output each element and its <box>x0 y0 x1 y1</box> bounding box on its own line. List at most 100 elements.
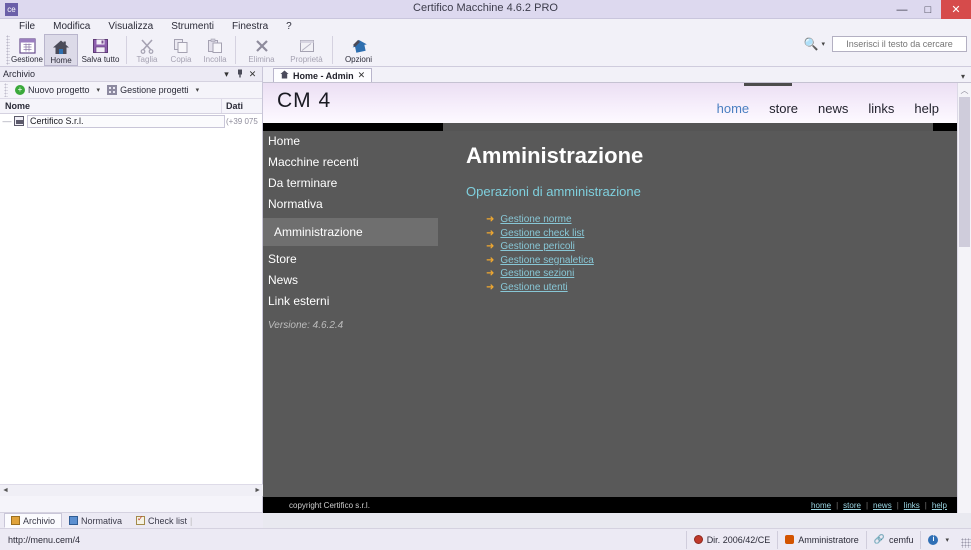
arrow-right-icon: ➜ <box>486 241 495 253</box>
menu-finestra[interactable]: Finestra <box>223 19 277 34</box>
tree-column-dati[interactable]: Dati <box>222 99 262 113</box>
search-area: 🔍 ▾ <box>804 36 967 52</box>
link-gestione-sezioni[interactable]: Gestione sezioni <box>500 268 574 279</box>
tree-expander[interactable]: — <box>0 116 14 126</box>
sidebar-item-amministrazione[interactable]: Amministrazione <box>263 218 438 246</box>
dock-tab-normativa[interactable]: Normativa <box>62 513 129 528</box>
resize-grip[interactable] <box>961 537 971 548</box>
link-gestione-check-list[interactable]: Gestione check list <box>500 228 584 239</box>
menu-strumenti[interactable]: Strumenti <box>162 19 223 34</box>
user-icon <box>785 535 795 544</box>
footer-copyright: copyright Certifico s.r.l. <box>289 500 370 510</box>
panel-dropdown-icon[interactable]: ▾ <box>220 69 233 80</box>
status-user[interactable]: Amministratore <box>777 530 866 549</box>
new-project-label: Nuovo progetto <box>28 85 90 95</box>
search-dropdown-caret[interactable]: ▾ <box>821 40 825 48</box>
scroll-right-arrow[interactable]: ► <box>254 487 261 494</box>
top-navigation: home store news links help <box>717 101 939 116</box>
manage-projects-button[interactable]: Gestione progetti <box>103 85 193 95</box>
scrollbar-thumb[interactable] <box>959 97 970 247</box>
toolbar-button-incolla[interactable]: Incolla <box>198 34 232 66</box>
window-title: Certifico Macchine 4.6.2 PRO <box>413 2 558 14</box>
sidebar-item-link-esterni[interactable]: Link esterni <box>263 291 438 312</box>
nav-link-links[interactable]: links <box>868 101 894 116</box>
toolbar-button-gestione[interactable]: Gestione <box>10 34 44 66</box>
link-gestione-utenti[interactable]: Gestione utenti <box>500 282 567 293</box>
sidebar-item-macchine-recenti[interactable]: Macchine recenti <box>263 152 438 173</box>
nav-link-home[interactable]: home <box>717 101 750 116</box>
sidebar-item-store[interactable]: Store <box>263 249 438 270</box>
nav-link-help[interactable]: help <box>914 101 939 116</box>
search-icon[interactable]: 🔍 <box>804 37 819 51</box>
nav-link-news[interactable]: news <box>818 101 848 116</box>
toolbar-button-elimina[interactable]: Elimina <box>239 34 284 66</box>
sidebar-item-normativa[interactable]: Normativa <box>263 194 438 215</box>
link-gestione-norme[interactable]: Gestione norme <box>500 214 571 225</box>
toolbar-button-salva-tutto[interactable]: Salva tutto <box>78 34 123 66</box>
grid-calendar-icon <box>18 36 36 55</box>
status-info-caret[interactable]: ▾ <box>942 536 952 544</box>
archive-horizontal-scrollbar[interactable]: ◄ ► <box>0 484 263 496</box>
sidebar-item-da-terminare[interactable]: Da terminare <box>263 173 438 194</box>
document-tab-close-icon[interactable]: ✕ <box>358 70 366 81</box>
nav-link-store[interactable]: store <box>769 101 798 116</box>
manage-projects-caret[interactable]: ▾ <box>193 86 203 94</box>
new-project-button[interactable]: + Nuovo progetto <box>11 85 94 95</box>
brand-logo: CM 4 <box>277 89 332 112</box>
status-connection[interactable]: 🔗 cemfu <box>865 530 921 549</box>
tree-column-nome[interactable]: Nome <box>0 99 222 113</box>
sidebar-item-home[interactable]: Home <box>263 131 438 152</box>
pin-icon[interactable] <box>233 69 246 80</box>
browser-vertical-scrollbar[interactable]: ︿ <box>957 83 971 513</box>
toolbar-button-proprieta[interactable]: Proprietà <box>284 34 329 66</box>
toolbar-button-opzioni[interactable]: Opzioni <box>336 34 381 66</box>
new-project-caret[interactable]: ▾ <box>94 86 104 94</box>
page-top-strip-left-black <box>263 123 443 131</box>
document-tab-home-admin[interactable]: Home - Admin ✕ <box>273 68 373 82</box>
maximize-button[interactable]: □ <box>915 0 941 19</box>
toolbar-button-taglia[interactable]: Taglia <box>130 34 164 66</box>
panel-close-icon[interactable]: ✕ <box>246 69 259 80</box>
toolbar-label-home: Home <box>50 56 72 65</box>
search-input[interactable] <box>832 36 967 52</box>
toolbar-button-copia[interactable]: Copia <box>164 34 198 66</box>
document-tab-label: Home - Admin <box>293 70 354 81</box>
status-bar: http://menu.cem/4 Dir. 2006/42/CE Ammini… <box>0 528 971 550</box>
footer-separator: | <box>896 500 899 510</box>
toolbar-button-home[interactable]: Home <box>44 34 78 66</box>
tabstrip-dropdown-icon[interactable]: ▾ <box>961 72 965 81</box>
tree-row-data: (+39 075 <box>226 116 258 126</box>
arrow-right-icon: ➜ <box>486 254 495 266</box>
footer-separator: | <box>836 500 839 510</box>
page-header: CM 4 home store news links help <box>263 83 957 123</box>
list-item: ➜ Gestione norme <box>486 213 957 227</box>
dock-tab-archivio[interactable]: Archivio <box>4 513 63 528</box>
scroll-up-arrow[interactable]: ︿ <box>958 83 971 97</box>
menu-file[interactable]: File <box>10 19 44 34</box>
archive-tree-header: Nome Dati <box>0 99 262 114</box>
link-gestione-segnaletica[interactable]: Gestione segnaletica <box>500 255 593 266</box>
tree-row[interactable]: — Certifico S.r.l. (+39 075 <box>0 114 262 128</box>
menu-help[interactable]: ? <box>277 19 301 34</box>
menu-visualizza[interactable]: Visualizza <box>99 19 162 34</box>
menu-modifica[interactable]: Modifica <box>44 19 99 34</box>
list-item: ➜ Gestione check list <box>486 227 957 241</box>
sidebar-item-news[interactable]: News <box>263 270 438 291</box>
tree-row-name[interactable]: Certifico S.r.l. <box>27 114 225 128</box>
scroll-left-arrow[interactable]: ◄ <box>2 487 9 494</box>
footer-link-home[interactable]: home <box>811 501 831 510</box>
footer-link-help[interactable]: help <box>932 501 947 510</box>
archive-toolbar-grip[interactable] <box>4 83 8 97</box>
status-directive-label: Dir. 2006/42/CE <box>706 534 771 545</box>
status-info[interactable]: i ▾ <box>920 530 959 549</box>
page-content: Amministrazione Operazioni di amministra… <box>438 131 957 513</box>
close-button[interactable]: ✕ <box>941 0 971 19</box>
link-gestione-pericoli[interactable]: Gestione pericoli <box>500 241 574 252</box>
minimize-button[interactable]: — <box>889 0 915 19</box>
copy-icon <box>173 36 189 55</box>
footer-link-store[interactable]: store <box>843 501 861 510</box>
status-directive[interactable]: Dir. 2006/42/CE <box>685 530 778 549</box>
footer-link-links[interactable]: links <box>904 501 920 510</box>
dock-tab-checklist[interactable]: Check list | <box>129 513 199 528</box>
footer-link-news[interactable]: news <box>873 501 892 510</box>
